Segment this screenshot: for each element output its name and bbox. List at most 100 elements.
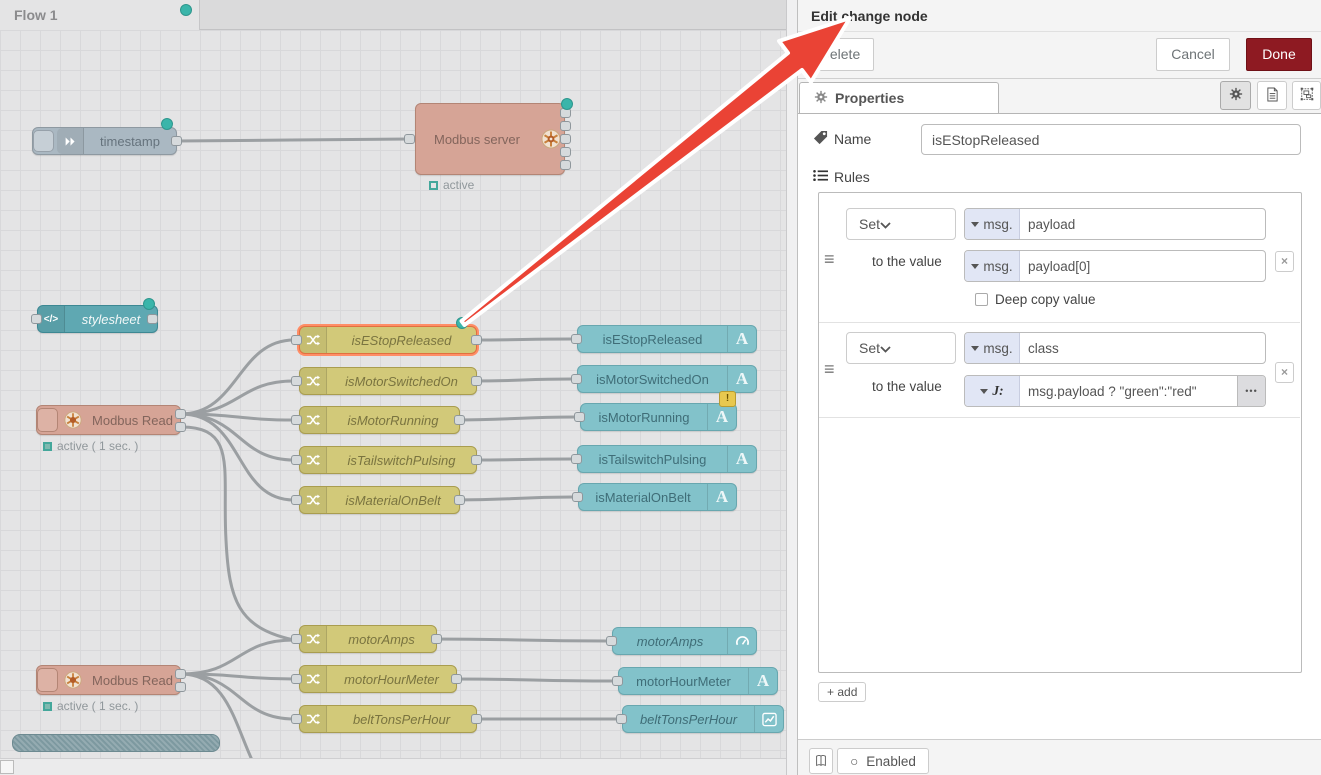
- port[interactable]: [571, 374, 582, 384]
- port[interactable]: [291, 714, 302, 724]
- shuffle-icon: [300, 666, 327, 692]
- enabled-toggle-button[interactable]: ○ Enabled: [837, 748, 929, 774]
- port[interactable]: [171, 136, 182, 146]
- port[interactable]: [560, 121, 571, 131]
- text-icon: A: [707, 404, 736, 430]
- port[interactable]: [175, 669, 186, 679]
- change-node-isMaterialOnBelt[interactable]: isMaterialOnBelt: [299, 486, 460, 514]
- node-label: isMaterialOnBelt: [579, 490, 707, 505]
- type-select[interactable]: msg.: [965, 209, 1020, 239]
- properties-icon-button[interactable]: [1220, 81, 1251, 110]
- rule2-action-select[interactable]: Set: [846, 332, 956, 364]
- rule2-value-input[interactable]: J: msg.payload ? "green":"red" •••: [964, 375, 1266, 407]
- port[interactable]: [291, 376, 302, 386]
- port[interactable]: [454, 495, 465, 505]
- ui-node-motorHourMeter[interactable]: motorHourMeter A: [618, 667, 778, 695]
- ui-node-motorAmps[interactable]: motorAmps: [612, 627, 757, 655]
- port[interactable]: [471, 335, 482, 345]
- port[interactable]: [175, 682, 186, 692]
- add-rule-button[interactable]: + add: [818, 682, 866, 702]
- ui-node-isMotorSwitchedOn[interactable]: isMotorSwitchedOn A: [577, 365, 757, 393]
- deep-copy-checkbox[interactable]: [975, 293, 988, 306]
- change-node-isTailswitchPulsing[interactable]: isTailswitchPulsing: [299, 446, 477, 474]
- ui-node-isMaterialOnBelt[interactable]: isMaterialOnBelt A: [578, 483, 737, 511]
- port[interactable]: [560, 134, 571, 144]
- name-label: Name: [834, 131, 871, 147]
- rule2-property-input[interactable]: msg. class: [964, 332, 1266, 364]
- change-node-isEStopReleased[interactable]: isEStopReleased: [299, 326, 477, 354]
- port[interactable]: [612, 676, 623, 686]
- node-label: isTailswitchPulsing: [578, 452, 727, 467]
- close-icon[interactable]: ×: [1275, 362, 1294, 383]
- modbus-server-node[interactable]: Modbus server: [415, 103, 565, 175]
- rule1-value-input[interactable]: msg. payload[0]: [964, 250, 1266, 282]
- tab-properties[interactable]: Properties: [799, 82, 999, 113]
- port[interactable]: [31, 314, 42, 324]
- inject-button[interactable]: [37, 408, 58, 432]
- inject-button[interactable]: [37, 668, 58, 692]
- port[interactable]: [454, 415, 465, 425]
- port[interactable]: [560, 160, 571, 170]
- change-node-beltTonsPerHour[interactable]: beltTonsPerHour: [299, 705, 477, 733]
- change-node-isMotorSwitchedOn[interactable]: isMotorSwitchedOn: [299, 367, 477, 395]
- port[interactable]: [147, 314, 158, 324]
- port[interactable]: [616, 714, 627, 724]
- ui-node-isEStopReleased[interactable]: isEStopReleased A: [577, 325, 757, 353]
- modbus-read-node-1[interactable]: Modbus Read: [36, 405, 181, 435]
- description-icon-button[interactable]: [1257, 81, 1287, 110]
- appearance-icon-button[interactable]: [1292, 81, 1321, 110]
- change-node-isMotorRunning[interactable]: isMotorRunning: [299, 406, 460, 434]
- ui-node-beltTonsPerHour[interactable]: beltTonsPerHour: [622, 705, 784, 733]
- name-input[interactable]: isEStopReleased: [921, 124, 1301, 155]
- port[interactable]: [606, 636, 617, 646]
- close-icon[interactable]: ×: [1275, 251, 1294, 272]
- port[interactable]: [471, 376, 482, 386]
- change-node-motorAmps[interactable]: motorAmps: [299, 625, 437, 653]
- inject-button[interactable]: [33, 130, 54, 152]
- delete-button[interactable]: Delete: [806, 38, 874, 71]
- port[interactable]: [560, 147, 571, 157]
- ellipsis-icon[interactable]: •••: [1237, 376, 1265, 406]
- zoom-icon[interactable]: [0, 760, 14, 774]
- port[interactable]: [571, 334, 582, 344]
- port[interactable]: [291, 674, 302, 684]
- book-icon[interactable]: [809, 748, 833, 774]
- tag-icon: [813, 130, 828, 148]
- type-select[interactable]: msg.: [965, 251, 1020, 281]
- port[interactable]: [175, 422, 186, 432]
- node-label: Modbus Read: [85, 673, 180, 688]
- ui-node-isTailswitchPulsing[interactable]: isTailswitchPulsing A: [577, 445, 757, 473]
- ui-node-isMotorRunning[interactable]: isMotorRunning A: [580, 403, 737, 431]
- port[interactable]: [572, 492, 583, 502]
- rule1-action-select[interactable]: Set: [846, 208, 956, 240]
- port[interactable]: [291, 335, 302, 345]
- port[interactable]: [175, 409, 186, 419]
- drag-handle-icon[interactable]: ≡: [824, 252, 835, 266]
- port[interactable]: [291, 634, 302, 644]
- rule1-property-input[interactable]: msg. payload: [964, 208, 1266, 240]
- object-group-icon: [1300, 87, 1314, 104]
- cancel-button[interactable]: Cancel: [1156, 38, 1230, 71]
- port[interactable]: [291, 415, 302, 425]
- modbus-read-node-2[interactable]: Modbus Read: [36, 665, 181, 695]
- drag-handle-icon[interactable]: ≡: [824, 362, 835, 376]
- horizontal-scrollbar[interactable]: [12, 734, 220, 752]
- port[interactable]: [571, 454, 582, 464]
- inject-node-timestamp[interactable]: timestamp: [32, 127, 177, 155]
- port[interactable]: [471, 455, 482, 465]
- vertical-scrollbar[interactable]: [786, 0, 797, 775]
- type-select[interactable]: msg.: [965, 333, 1020, 363]
- node-label: Modbus server: [416, 132, 538, 147]
- template-node-stylesheet[interactable]: </> stylesheet: [37, 305, 158, 333]
- port[interactable]: [574, 412, 585, 422]
- port[interactable]: [471, 714, 482, 724]
- port[interactable]: [431, 634, 442, 644]
- port[interactable]: [291, 495, 302, 505]
- port[interactable]: [291, 455, 302, 465]
- done-button[interactable]: Done: [1246, 38, 1312, 71]
- change-node-motorHourMeter[interactable]: motorHourMeter: [299, 665, 457, 693]
- port[interactable]: [451, 674, 462, 684]
- shuffle-icon: [300, 447, 327, 473]
- expression-type-select[interactable]: J:: [965, 376, 1020, 406]
- port[interactable]: [404, 134, 415, 144]
